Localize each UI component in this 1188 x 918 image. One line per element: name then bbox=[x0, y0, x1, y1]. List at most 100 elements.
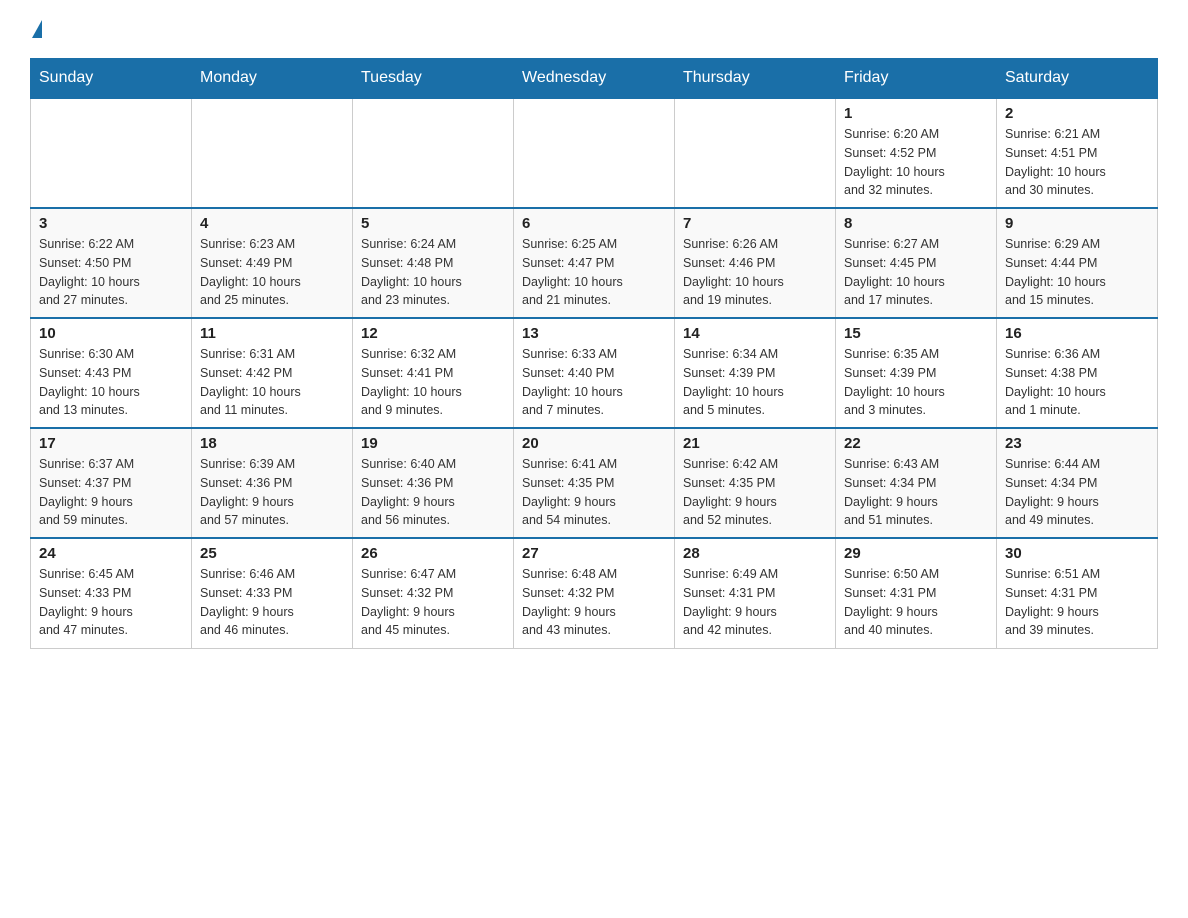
day-info: Sunrise: 6:24 AMSunset: 4:48 PMDaylight:… bbox=[361, 235, 505, 310]
day-info: Sunrise: 6:43 AMSunset: 4:34 PMDaylight:… bbox=[844, 455, 988, 530]
day-info: Sunrise: 6:37 AMSunset: 4:37 PMDaylight:… bbox=[39, 455, 183, 530]
day-info: Sunrise: 6:34 AMSunset: 4:39 PMDaylight:… bbox=[683, 345, 827, 420]
calendar-cell: 28 Sunrise: 6:49 AMSunset: 4:31 PMDayligh… bbox=[675, 538, 836, 648]
calendar-cell: 5 Sunrise: 6:24 AMSunset: 4:48 PMDaylight… bbox=[353, 208, 514, 318]
day-number: 6 bbox=[522, 215, 666, 232]
day-info: Sunrise: 6:51 AMSunset: 4:31 PMDaylight:… bbox=[1005, 565, 1149, 640]
calendar-cell: 3Sunrise: 6:22 AMSunset: 4:50 PMDaylight… bbox=[31, 208, 192, 318]
day-info: Sunrise: 6:29 AMSunset: 4:44 PMDaylight:… bbox=[1005, 235, 1149, 310]
day-number: 7 bbox=[683, 215, 827, 232]
day-number: 22 bbox=[844, 435, 988, 452]
calendar-header-friday: Friday bbox=[836, 59, 997, 99]
day-info: Sunrise: 6:49 AMSunset: 4:31 PMDaylight:… bbox=[683, 565, 827, 640]
logo-triangle-icon bbox=[32, 20, 42, 38]
calendar-cell: 22 Sunrise: 6:43 AMSunset: 4:34 PMDayligh… bbox=[836, 428, 997, 538]
calendar-cell: 1Sunrise: 6:20 AMSunset: 4:52 PMDaylight… bbox=[836, 98, 997, 208]
day-number: 15 bbox=[844, 325, 988, 342]
day-number: 10 bbox=[39, 325, 183, 342]
day-number: 16 bbox=[1005, 325, 1149, 342]
calendar-header-wednesday: Wednesday bbox=[514, 59, 675, 99]
day-number: 17 bbox=[39, 435, 183, 452]
calendar-cell: 18 Sunrise: 6:39 AMSunset: 4:36 PMDayligh… bbox=[192, 428, 353, 538]
day-number: 12 bbox=[361, 325, 505, 342]
calendar-cell: 24 Sunrise: 6:45 AMSunset: 4:33 PMDayligh… bbox=[31, 538, 192, 648]
day-number: 21 bbox=[683, 435, 827, 452]
day-number: 26 bbox=[361, 545, 505, 562]
calendar-cell: 29Sunrise: 6:50 AMSunset: 4:31 PMDayligh… bbox=[836, 538, 997, 648]
day-number: 18 bbox=[200, 435, 344, 452]
calendar-week-row: 17 Sunrise: 6:37 AMSunset: 4:37 PMDayligh… bbox=[31, 428, 1158, 538]
logo bbox=[30, 20, 42, 38]
day-info: Sunrise: 6:31 AMSunset: 4:42 PMDaylight:… bbox=[200, 345, 344, 420]
calendar-cell: 19Sunrise: 6:40 AMSunset: 4:36 PMDayligh… bbox=[353, 428, 514, 538]
day-number: 13 bbox=[522, 325, 666, 342]
day-number: 20 bbox=[522, 435, 666, 452]
day-info: Sunrise: 6:40 AMSunset: 4:36 PMDaylight:… bbox=[361, 455, 505, 530]
calendar-cell bbox=[192, 98, 353, 208]
calendar-cell: 4 Sunrise: 6:23 AMSunset: 4:49 PMDaylight… bbox=[192, 208, 353, 318]
calendar-cell: 7 Sunrise: 6:26 AMSunset: 4:46 PMDaylight… bbox=[675, 208, 836, 318]
day-info: Sunrise: 6:39 AMSunset: 4:36 PMDaylight:… bbox=[200, 455, 344, 530]
day-number: 8 bbox=[844, 215, 988, 232]
day-number: 9 bbox=[1005, 215, 1149, 232]
calendar-cell: 8 Sunrise: 6:27 AMSunset: 4:45 PMDaylight… bbox=[836, 208, 997, 318]
day-info: Sunrise: 6:35 AMSunset: 4:39 PMDaylight:… bbox=[844, 345, 988, 420]
calendar-cell: 27Sunrise: 6:48 AMSunset: 4:32 PMDayligh… bbox=[514, 538, 675, 648]
calendar-header-monday: Monday bbox=[192, 59, 353, 99]
calendar-table: SundayMondayTuesdayWednesdayThursdayFrid… bbox=[30, 58, 1158, 649]
calendar-header-saturday: Saturday bbox=[997, 59, 1158, 99]
day-number: 23 bbox=[1005, 435, 1149, 452]
day-number: 25 bbox=[200, 545, 344, 562]
calendar-header-tuesday: Tuesday bbox=[353, 59, 514, 99]
day-info: Sunrise: 6:41 AMSunset: 4:35 PMDaylight:… bbox=[522, 455, 666, 530]
calendar-cell: 26Sunrise: 6:47 AMSunset: 4:32 PMDayligh… bbox=[353, 538, 514, 648]
day-number: 11 bbox=[200, 325, 344, 342]
calendar-week-row: 24 Sunrise: 6:45 AMSunset: 4:33 PMDayligh… bbox=[31, 538, 1158, 648]
calendar-cell: 30 Sunrise: 6:51 AMSunset: 4:31 PMDayligh… bbox=[997, 538, 1158, 648]
day-number: 28 bbox=[683, 545, 827, 562]
day-number: 24 bbox=[39, 545, 183, 562]
day-info: Sunrise: 6:45 AMSunset: 4:33 PMDaylight:… bbox=[39, 565, 183, 640]
day-number: 2 bbox=[1005, 105, 1149, 122]
calendar-header-sunday: Sunday bbox=[31, 59, 192, 99]
day-number: 14 bbox=[683, 325, 827, 342]
calendar-cell: 21 Sunrise: 6:42 AMSunset: 4:35 PMDayligh… bbox=[675, 428, 836, 538]
day-info: Sunrise: 6:27 AMSunset: 4:45 PMDaylight:… bbox=[844, 235, 988, 310]
day-number: 4 bbox=[200, 215, 344, 232]
calendar-cell: 20 Sunrise: 6:41 AMSunset: 4:35 PMDayligh… bbox=[514, 428, 675, 538]
calendar-week-row: 1Sunrise: 6:20 AMSunset: 4:52 PMDaylight… bbox=[31, 98, 1158, 208]
day-info: Sunrise: 6:23 AMSunset: 4:49 PMDaylight:… bbox=[200, 235, 344, 310]
calendar-cell: 12 Sunrise: 6:32 AMSunset: 4:41 PMDayligh… bbox=[353, 318, 514, 428]
day-info: Sunrise: 6:42 AMSunset: 4:35 PMDaylight:… bbox=[683, 455, 827, 530]
calendar-cell bbox=[353, 98, 514, 208]
day-info: Sunrise: 6:46 AMSunset: 4:33 PMDaylight:… bbox=[200, 565, 344, 640]
calendar-cell: 2 Sunrise: 6:21 AMSunset: 4:51 PMDaylight… bbox=[997, 98, 1158, 208]
calendar-cell: 16 Sunrise: 6:36 AMSunset: 4:38 PMDayligh… bbox=[997, 318, 1158, 428]
calendar-cell bbox=[514, 98, 675, 208]
day-number: 29 bbox=[844, 545, 988, 562]
day-number: 30 bbox=[1005, 545, 1149, 562]
day-info: Sunrise: 6:20 AMSunset: 4:52 PMDaylight:… bbox=[844, 125, 988, 200]
day-info: Sunrise: 6:25 AMSunset: 4:47 PMDaylight:… bbox=[522, 235, 666, 310]
calendar-header-row: SundayMondayTuesdayWednesdayThursdayFrid… bbox=[31, 59, 1158, 99]
calendar-cell: 9 Sunrise: 6:29 AMSunset: 4:44 PMDaylight… bbox=[997, 208, 1158, 318]
calendar-week-row: 3Sunrise: 6:22 AMSunset: 4:50 PMDaylight… bbox=[31, 208, 1158, 318]
calendar-cell: 10 Sunrise: 6:30 AMSunset: 4:43 PMDayligh… bbox=[31, 318, 192, 428]
calendar-cell: 6 Sunrise: 6:25 AMSunset: 4:47 PMDaylight… bbox=[514, 208, 675, 318]
day-info: Sunrise: 6:26 AMSunset: 4:46 PMDaylight:… bbox=[683, 235, 827, 310]
day-info: Sunrise: 6:32 AMSunset: 4:41 PMDaylight:… bbox=[361, 345, 505, 420]
calendar-week-row: 10 Sunrise: 6:30 AMSunset: 4:43 PMDayligh… bbox=[31, 318, 1158, 428]
day-number: 5 bbox=[361, 215, 505, 232]
calendar-header-thursday: Thursday bbox=[675, 59, 836, 99]
day-info: Sunrise: 6:36 AMSunset: 4:38 PMDaylight:… bbox=[1005, 345, 1149, 420]
calendar-cell: 15 Sunrise: 6:35 AMSunset: 4:39 PMDayligh… bbox=[836, 318, 997, 428]
page-header bbox=[30, 20, 1158, 38]
day-number: 27 bbox=[522, 545, 666, 562]
day-info: Sunrise: 6:30 AMSunset: 4:43 PMDaylight:… bbox=[39, 345, 183, 420]
calendar-cell: 13 Sunrise: 6:33 AMSunset: 4:40 PMDayligh… bbox=[514, 318, 675, 428]
calendar-cell: 23Sunrise: 6:44 AMSunset: 4:34 PMDayligh… bbox=[997, 428, 1158, 538]
day-info: Sunrise: 6:22 AMSunset: 4:50 PMDaylight:… bbox=[39, 235, 183, 310]
day-info: Sunrise: 6:21 AMSunset: 4:51 PMDaylight:… bbox=[1005, 125, 1149, 200]
calendar-cell bbox=[31, 98, 192, 208]
day-info: Sunrise: 6:33 AMSunset: 4:40 PMDaylight:… bbox=[522, 345, 666, 420]
